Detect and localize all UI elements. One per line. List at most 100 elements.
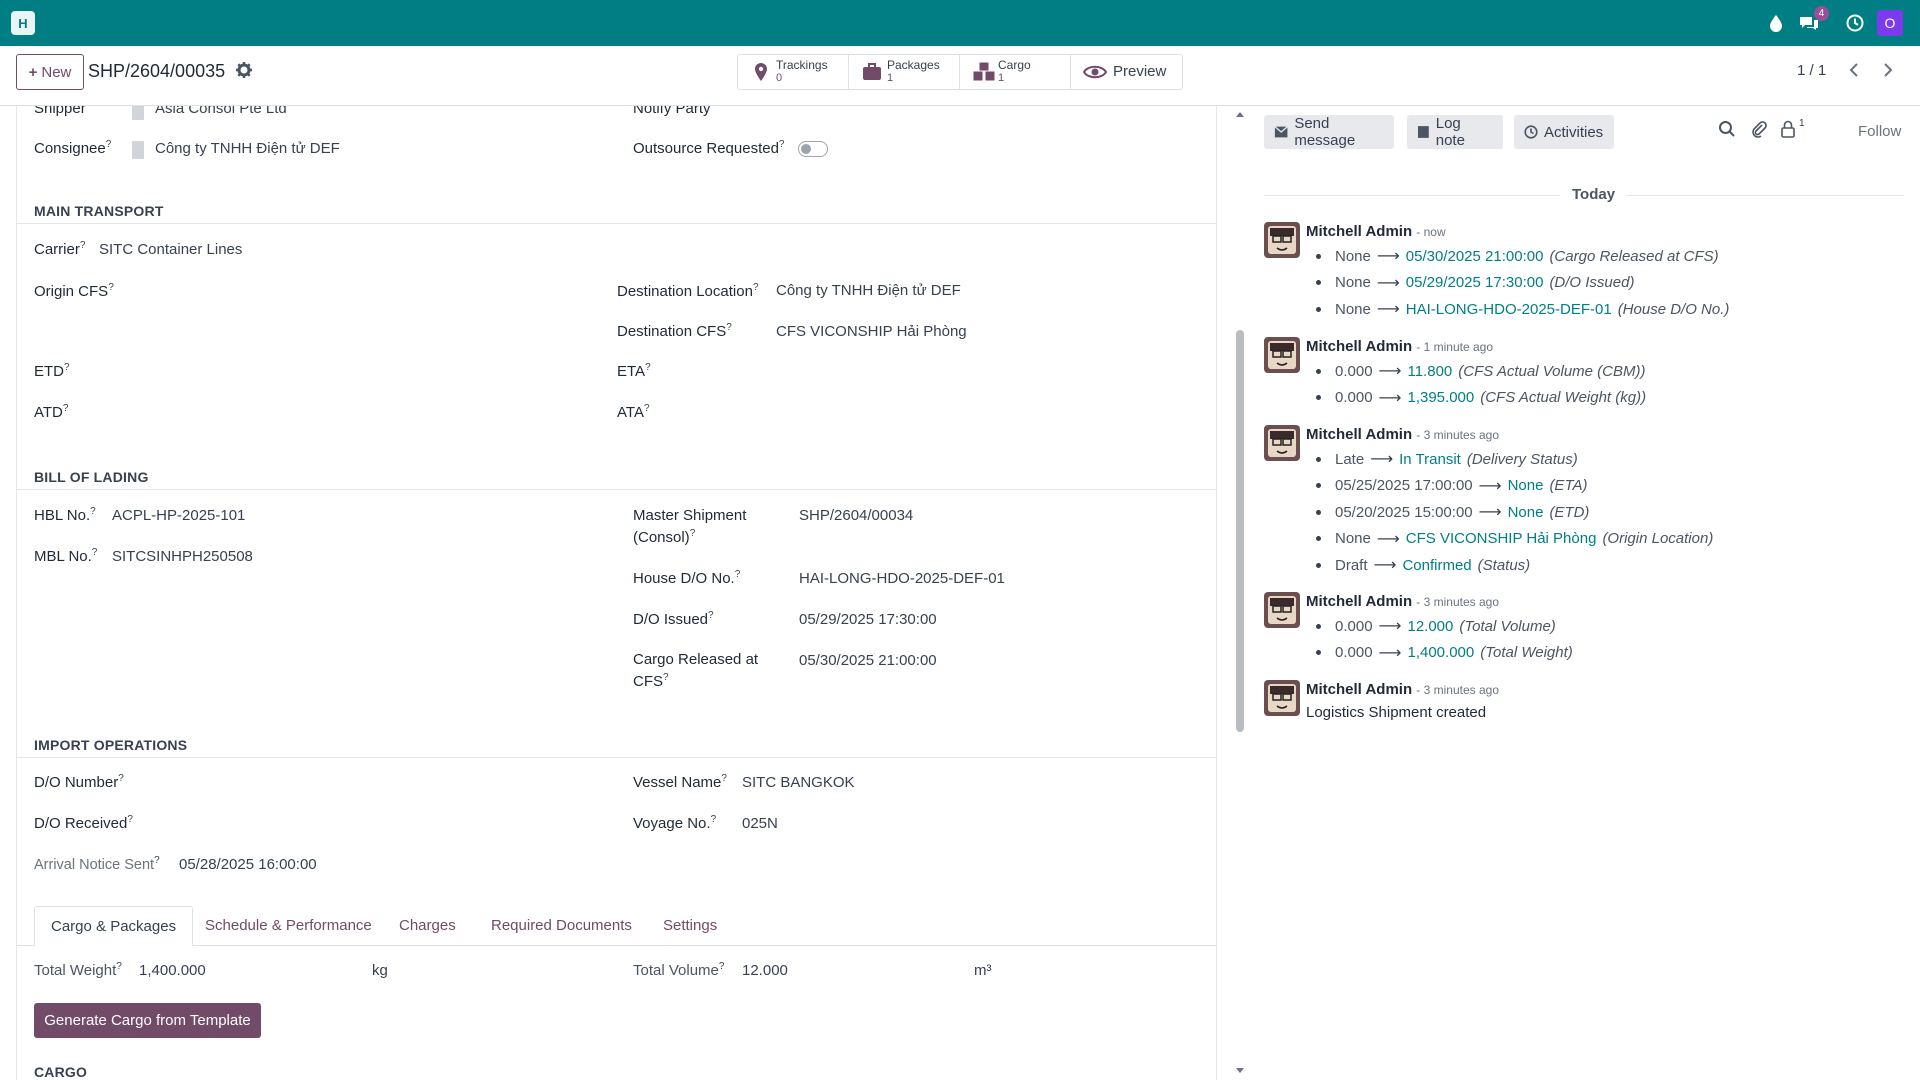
- carrier-value[interactable]: SITC Container Lines: [99, 241, 242, 258]
- log-note-button[interactable]: Log note: [1407, 115, 1503, 149]
- trackings-count: 0: [776, 72, 783, 84]
- house-do-value[interactable]: HAI-LONG-HDO-2025-DEF-01: [799, 570, 1005, 587]
- paperclip-icon[interactable]: [1750, 120, 1770, 140]
- scroll-down-arrow-icon[interactable]: [1236, 1068, 1244, 1073]
- app-initial: H: [18, 15, 28, 31]
- trackings-label: Trackings: [776, 58, 828, 72]
- bullet: [1316, 536, 1321, 541]
- field-name: (ETD): [1549, 503, 1590, 521]
- total-volume-value[interactable]: 12.000: [742, 962, 788, 979]
- field-name: (CFS Actual Volume (CBM)): [1458, 362, 1646, 380]
- arrow-right-icon: ⟶: [1376, 301, 1400, 318]
- packages-label: Packages: [887, 58, 940, 72]
- message-author[interactable]: Mitchell Admin - 3 minutes ago: [1306, 426, 1499, 443]
- activities-button[interactable]: Activities: [1514, 115, 1614, 149]
- cargo-smart-button[interactable]: Cargo 1: [960, 55, 1071, 89]
- arrow-right-icon: ⟶: [1478, 504, 1502, 521]
- building-icon: [132, 106, 144, 120]
- outsource-requested-toggle[interactable]: [798, 141, 828, 157]
- drop-icon[interactable]: [1764, 11, 1788, 35]
- scroll-up-arrow-icon[interactable]: [1236, 112, 1244, 117]
- vessel-name-value[interactable]: SITC BANGKOK: [742, 774, 855, 791]
- avatar[interactable]: [1264, 337, 1300, 373]
- old-value: None: [1335, 247, 1371, 265]
- tracking-value-row: 0.000 ⟶ 1,395.000 (CFS Actual Weight (kg)): [1316, 388, 1646, 408]
- destination-location-value[interactable]: Công ty TNHH Điện tử DEF: [776, 282, 961, 299]
- message-author[interactable]: Mitchell Admin - 1 minute ago: [1306, 338, 1493, 355]
- scroll-thumb[interactable]: [1236, 330, 1244, 732]
- hbl-value[interactable]: ACPL-HP-2025-101: [112, 507, 245, 524]
- section-divider: [17, 757, 1216, 758]
- new-button[interactable]: + New: [16, 54, 84, 90]
- clock-icon: [1524, 125, 1538, 139]
- message-time: - 1 minute ago: [1416, 340, 1494, 354]
- new-value: 1,395.000: [1407, 389, 1475, 406]
- tab-charges[interactable]: Charges: [383, 906, 472, 946]
- mbl-value[interactable]: SITCSINHPH250508: [112, 548, 253, 565]
- tracking-value-row: None ⟶ HAI-LONG-HDO-2025-DEF-01 (House D/O …: [1316, 299, 1729, 319]
- new-value: None: [1507, 477, 1544, 494]
- master-shipment-value[interactable]: SHP/2604/00034: [799, 507, 913, 524]
- tab-required-documents[interactable]: Required Documents: [475, 906, 648, 946]
- do-received-label: D/O Received?: [34, 814, 133, 832]
- messages-count-badge: 4: [1814, 6, 1829, 21]
- tracking-value-row: 0.000 ⟶ 11.800 (CFS Actual Volume (CBM)): [1316, 361, 1646, 381]
- tracking-value-row: None ⟶ CFS VICONSHIP Hải Phòng (Origin Loca…: [1316, 529, 1713, 549]
- tab-schedule-performance[interactable]: Schedule & Performance: [189, 906, 388, 946]
- lock-followers-icon[interactable]: [1780, 120, 1800, 140]
- avatar[interactable]: [1264, 680, 1300, 716]
- bullet: [1316, 280, 1321, 285]
- preview-label: Preview: [1113, 63, 1167, 80]
- notebook-tabs: Cargo & Packages Schedule & Performance …: [17, 906, 1216, 946]
- message-author[interactable]: Mitchell Admin - 3 minutes ago: [1306, 593, 1499, 610]
- generate-cargo-button[interactable]: Generate Cargo from Template: [34, 1003, 261, 1038]
- packages-smart-button[interactable]: Packages 1: [849, 55, 960, 89]
- shipper-value[interactable]: Asia Consol Pte Ltd: [155, 106, 287, 117]
- consignee-label: Consignee?: [34, 139, 112, 157]
- tab-settings[interactable]: Settings: [647, 906, 733, 946]
- plus-icon: +: [28, 63, 38, 81]
- send-message-button[interactable]: Send message: [1264, 115, 1394, 149]
- message-time: - now: [1416, 225, 1446, 239]
- arrow-right-icon: ⟶: [1376, 274, 1400, 292]
- arrow-right-icon: ⟶: [1378, 363, 1402, 380]
- gear-icon[interactable]: [234, 60, 254, 80]
- voyage-no-value[interactable]: 025N: [742, 815, 778, 832]
- tab-cargo-packages[interactable]: Cargo & Packages: [34, 906, 194, 946]
- do-issued-value[interactable]: 05/29/2025 17:30:00: [799, 611, 937, 628]
- field-name: (Total Weight): [1480, 644, 1573, 661]
- old-value: None: [1335, 274, 1371, 291]
- house-do-label: House D/O No.?: [633, 569, 741, 587]
- pager-previous-button[interactable]: [1838, 54, 1870, 86]
- main-transport-title: MAIN TRANSPORT: [34, 203, 164, 219]
- bullet: [1316, 483, 1321, 488]
- avatar[interactable]: [1264, 425, 1300, 461]
- old-value: 0.000: [1335, 644, 1373, 661]
- bullet: [1316, 395, 1321, 400]
- search-icon[interactable]: [1718, 120, 1738, 140]
- smart-buttons: Trackings 0 Packages 1 Cargo 1 Preview: [737, 54, 1183, 90]
- trackings-smart-button[interactable]: Trackings 0: [738, 55, 849, 89]
- arrival-notice-value[interactable]: 05/28/2025 16:00:00: [179, 856, 317, 873]
- home-menu-icon[interactable]: H: [11, 11, 35, 35]
- activity-clock-icon[interactable]: [1843, 11, 1867, 35]
- avatar[interactable]: [1264, 592, 1300, 628]
- form-scrollbar[interactable]: [1233, 106, 1247, 1080]
- pager-next-button[interactable]: [1872, 54, 1904, 86]
- tracking-value-row: 05/25/2025 17:00:00 ⟶ None (ETA): [1316, 476, 1588, 496]
- total-weight-value[interactable]: 1,400.000: [139, 962, 206, 979]
- message-author[interactable]: Mitchell Admin - 3 minutes ago: [1306, 681, 1499, 698]
- cargo-released-value[interactable]: 05/30/2025 21:00:00: [799, 652, 937, 669]
- preview-smart-button[interactable]: Preview: [1071, 55, 1182, 89]
- message-author[interactable]: Mitchell Admin - now: [1306, 223, 1446, 240]
- avatar[interactable]: [1264, 222, 1300, 258]
- new-value: HAI-LONG-HDO-2025-DEF-01: [1405, 300, 1612, 318]
- destination-cfs-value[interactable]: CFS VICONSHIP Hải Phòng: [776, 323, 967, 340]
- pager-value: 1 / 1: [1797, 62, 1827, 79]
- field-name: (Cargo Released at CFS): [1549, 247, 1719, 265]
- follow-button[interactable]: Follow: [1858, 123, 1901, 140]
- do-issued-label: D/O Issued?: [633, 610, 714, 628]
- form-sheet: Shipper Asia Consol Pte Ltd Notify Party…: [16, 106, 1217, 1080]
- consignee-value[interactable]: Công ty TNHH Điện tử DEF: [155, 140, 340, 157]
- user-avatar[interactable]: O: [1877, 10, 1903, 36]
